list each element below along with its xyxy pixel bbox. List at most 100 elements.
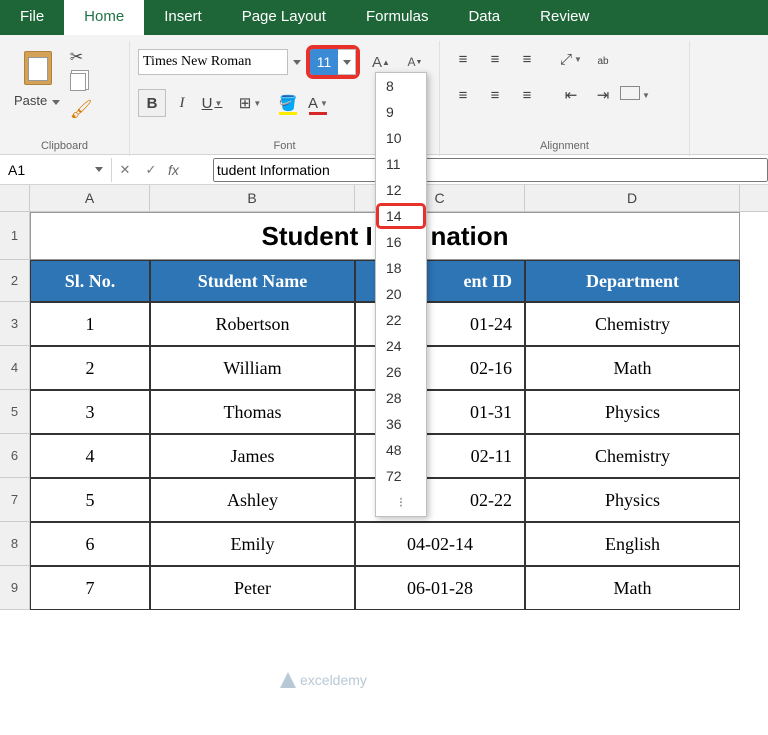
size-option[interactable]: 12 [376,177,426,203]
paste-button[interactable]: Paste [8,45,66,119]
size-option[interactable]: 26 [376,359,426,385]
size-option[interactable]: 72 [376,463,426,489]
data-cell[interactable]: Math [525,566,740,610]
tab-page-layout[interactable]: Page Layout [222,0,346,35]
row-header[interactable]: 3 [0,302,30,346]
size-option[interactable]: 18 [376,255,426,281]
data-cell[interactable]: 7 [30,566,150,610]
data-cell[interactable]: 04-02-14 [355,522,525,566]
align-bottom-button[interactable]: ≡ [512,45,542,73]
fill-color-button[interactable]: 🪣 [274,89,302,117]
font-size-dropdown[interactable] [338,49,356,75]
data-cell[interactable]: James [150,434,355,478]
size-option[interactable]: 48 [376,437,426,463]
font-name-input[interactable] [138,49,288,75]
header-cell[interactable]: Department [525,260,740,302]
size-list-more[interactable]: ⁝ [376,489,426,516]
row-header[interactable]: 1 [0,212,30,260]
cut-icon[interactable]: ✂ [70,47,92,67]
select-all-corner[interactable] [0,185,30,211]
size-option-highlighted[interactable]: 14 [376,203,426,229]
enter-button[interactable]: ✓ [138,162,164,178]
col-header[interactable]: A [30,185,150,211]
size-option[interactable]: 11 [376,151,426,177]
header-cell[interactable]: Sl. No. [30,260,150,302]
align-left-button[interactable]: ≡ [448,81,478,109]
increase-indent-button[interactable]: ⇥ [588,81,618,109]
data-cell[interactable]: English [525,522,740,566]
border-button[interactable]: ⊞▼ [236,89,264,117]
tab-insert[interactable]: Insert [144,0,222,35]
ribbon: Paste ✂ 🖌 Clipboard A▲ A▼ [0,35,768,155]
data-cell[interactable]: 06-01-28 [355,566,525,610]
data-cell[interactable]: 6 [30,522,150,566]
row-header[interactable]: 6 [0,434,30,478]
row-header[interactable]: 8 [0,522,30,566]
tab-review[interactable]: Review [520,0,609,35]
align-right-button[interactable]: ≡ [512,81,542,109]
data-cell[interactable]: Chemistry [525,302,740,346]
cancel-button[interactable]: ✕ [112,162,138,178]
row-header[interactable]: 5 [0,390,30,434]
fx-label[interactable]: fx [164,162,183,178]
tab-data[interactable]: Data [448,0,520,35]
italic-button[interactable]: I [168,89,196,117]
data-cell[interactable]: 3 [30,390,150,434]
tab-file[interactable]: File [0,0,64,35]
wrap-text-button[interactable] [588,45,618,73]
align-middle-button[interactable]: ≡ [480,45,510,73]
data-cell[interactable]: Robertson [150,302,355,346]
underline-button[interactable]: U▼ [198,89,226,117]
col-header[interactable]: B [150,185,355,211]
format-painter-icon[interactable]: 🖌 [70,99,92,119]
bold-button[interactable]: B [138,89,166,117]
data-cell[interactable]: 2 [30,346,150,390]
font-color-button[interactable]: A▼ [304,89,332,117]
data-cell[interactable]: Thomas [150,390,355,434]
data-cell[interactable]: Chemistry [525,434,740,478]
size-option[interactable]: 16 [376,229,426,255]
data-cell[interactable]: Emily [150,522,355,566]
data-cell[interactable]: William [150,346,355,390]
group-clipboard: Paste ✂ 🖌 Clipboard [0,41,130,156]
watermark-icon [280,672,296,688]
header-cell[interactable]: Student Name [150,260,355,302]
row-header[interactable]: 7 [0,478,30,522]
tab-formulas[interactable]: Formulas [346,0,449,35]
chevron-down-icon[interactable] [293,60,301,65]
row-header[interactable]: 9 [0,566,30,610]
row-header[interactable]: 2 [0,260,30,302]
col-header[interactable]: D [525,185,740,211]
size-option[interactable]: 28 [376,385,426,411]
paste-icon [18,47,56,87]
size-option[interactable]: 10 [376,125,426,151]
data-cell[interactable]: 1 [30,302,150,346]
align-center-button[interactable]: ≡ [480,81,510,109]
size-option[interactable]: 24 [376,333,426,359]
copy-icon[interactable] [70,73,92,93]
size-option[interactable]: 36 [376,411,426,437]
size-option[interactable]: 8 [376,73,426,99]
align-top-button[interactable]: ≡ [448,45,478,73]
wrap-text-icon [597,51,608,68]
size-option[interactable]: 9 [376,99,426,125]
font-size-input[interactable] [310,49,338,75]
orientation-button[interactable]: ⤢▼ [556,45,586,73]
name-box[interactable]: A1 [0,158,112,182]
data-cell[interactable]: 5 [30,478,150,522]
group-label-clipboard: Clipboard [8,140,121,154]
merge-button[interactable]: ▼ [620,81,650,109]
data-cell[interactable]: Math [525,346,740,390]
size-option[interactable]: 22 [376,307,426,333]
watermark: exceldemy [280,672,367,688]
row-header[interactable]: 4 [0,346,30,390]
size-option[interactable]: 20 [376,281,426,307]
data-cell[interactable]: Physics [525,478,740,522]
decrease-indent-button[interactable]: ⇤ [556,81,586,109]
data-cell[interactable]: 4 [30,434,150,478]
data-cell[interactable]: Physics [525,390,740,434]
tab-home[interactable]: Home [64,0,144,35]
formula-input[interactable] [213,158,768,182]
data-cell[interactable]: Ashley [150,478,355,522]
data-cell[interactable]: Peter [150,566,355,610]
